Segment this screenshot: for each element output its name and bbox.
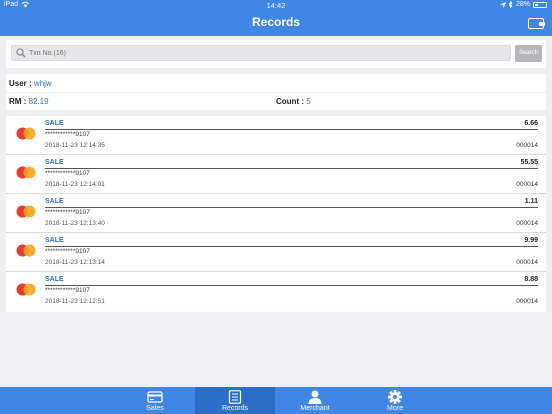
mastercard-icon: [16, 127, 36, 140]
user-row: User : whjw: [9, 79, 52, 88]
search-input[interactable]: [11, 45, 511, 61]
status-bar: iPad 14:42 28%: [0, 0, 552, 12]
gear-icon: [388, 390, 402, 404]
record-type: SALE: [45, 276, 64, 283]
record-underline: [45, 246, 538, 247]
record-type: SALE: [45, 159, 64, 166]
battery-icon: [533, 1, 547, 8]
record-terminal: 000014: [516, 142, 538, 149]
record-card-number: ************9107: [45, 209, 90, 216]
record-row[interactable]: SALE 55.55 ************9107 2018-11-23 1…: [6, 155, 546, 194]
record-underline: [45, 207, 538, 208]
record-underline: [45, 129, 538, 130]
record-type: SALE: [45, 237, 64, 244]
count-value: 5: [306, 97, 311, 106]
tab-merchant[interactable]: Merchant: [275, 387, 355, 414]
mastercard-icon: [16, 283, 36, 296]
rm-row: RM : 82.19: [9, 97, 49, 106]
search-icon: [16, 48, 26, 58]
tab-bar: Sales Records Merchant More: [0, 387, 552, 414]
tab-label: Sales: [146, 405, 164, 412]
mastercard-icon: [16, 205, 36, 218]
record-card-number: ************9107: [45, 287, 90, 294]
record-row[interactable]: SALE 8.88 ************9107 2018-11-23 12…: [6, 272, 546, 311]
records-icon: [228, 390, 242, 404]
battery-percent: 28%: [515, 1, 530, 8]
record-row[interactable]: SALE 9.99 ************9107 2018-11-23 12…: [6, 233, 546, 272]
user-label: User :: [9, 79, 32, 88]
tab-label: More: [387, 405, 403, 412]
rm-value: 82.19: [28, 97, 49, 106]
tab-label: Records: [221, 405, 249, 412]
user-value: whjw: [33, 79, 52, 88]
tab-sales[interactable]: Sales: [115, 387, 195, 414]
person-icon: [308, 390, 322, 404]
nav-header: Records: [0, 12, 552, 36]
status-time: 14:42: [266, 1, 286, 10]
record-amount: 1.11: [524, 198, 538, 205]
count-row: Count : 5: [276, 97, 311, 106]
tab-more[interactable]: More: [355, 387, 435, 414]
record-amount: 6.66: [524, 120, 538, 127]
search-bar: Search: [6, 40, 546, 68]
mastercard-icon: [16, 244, 36, 257]
record-amount: 9.99: [524, 237, 538, 244]
record-row[interactable]: SALE 1.11 ************9107 2018-11-23 12…: [6, 194, 546, 233]
tab-label: Merchant: [300, 405, 330, 412]
page-title: Records: [251, 15, 301, 29]
records-list: SALE 6.66 ************9107 2018-11-23 12…: [6, 116, 546, 312]
record-row[interactable]: SALE 6.66 ************9107 2018-11-23 12…: [6, 116, 546, 155]
count-label: Count :: [276, 97, 304, 106]
record-datetime: 2018-11-23 12:12:51: [45, 298, 105, 305]
record-amount: 8.88: [524, 276, 538, 283]
record-datetime: 2018-11-23 12:14:01: [45, 181, 105, 188]
search-button[interactable]: Search: [515, 45, 542, 62]
record-terminal: 000014: [516, 181, 538, 188]
record-underline: [45, 168, 538, 169]
record-card-number: ************9107: [45, 248, 90, 255]
record-terminal: 000014: [516, 220, 538, 227]
record-datetime: 2018-11-23 12:13:14: [45, 259, 105, 266]
record-datetime: 2018-11-23 12:14:35: [45, 142, 105, 149]
rm-label: RM :: [9, 97, 27, 106]
record-type: SALE: [45, 198, 64, 205]
record-type: SALE: [45, 120, 64, 127]
record-datetime: 2018-11-23 12:13:40: [45, 220, 105, 227]
record-terminal: 000014: [516, 259, 538, 266]
summary-panel: User : whjw RM : 82.19 Count : 5: [6, 74, 546, 110]
record-terminal: 000014: [516, 298, 538, 305]
record-card-number: ************9107: [45, 131, 90, 138]
credit-card-icon: [147, 391, 163, 403]
record-card-number: ************9107: [45, 170, 90, 177]
record-underline: [45, 285, 538, 286]
bluetooth-icon: [508, 1, 513, 8]
wallet-icon[interactable]: [528, 18, 545, 29]
divider: [6, 92, 546, 93]
mastercard-icon: [16, 166, 36, 179]
record-amount: 55.55: [520, 159, 538, 166]
tab-records[interactable]: Records: [195, 387, 275, 414]
location-icon: [499, 1, 506, 8]
